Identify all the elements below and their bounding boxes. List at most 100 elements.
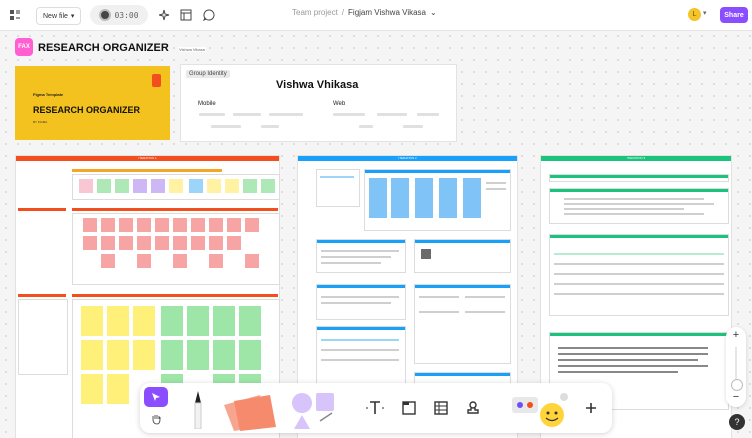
zoom-control: + − [726, 327, 746, 407]
sticky-note[interactable] [155, 236, 169, 250]
sticky-note[interactable] [81, 340, 103, 370]
sticky-note[interactable] [245, 254, 259, 268]
sticky-note[interactable] [101, 254, 115, 268]
sticky-note[interactable] [209, 254, 223, 268]
hand-tool-icon[interactable] [144, 409, 168, 429]
sticky-note[interactable] [137, 236, 151, 250]
sticky-note[interactable] [133, 179, 147, 193]
sticky-note[interactable] [119, 236, 133, 250]
sticky-note[interactable] [115, 179, 129, 193]
top-bar: New file ▾ 03:00 Team project / Figjam V… [0, 0, 752, 31]
stickers-emoji-icon[interactable] [506, 389, 572, 429]
sticky-note[interactable] [107, 306, 129, 336]
sticky-note-tool-icon[interactable] [220, 391, 284, 431]
sticky-note[interactable] [209, 236, 223, 250]
share-button[interactable]: Share [720, 7, 748, 23]
sticky-note[interactable] [391, 178, 409, 218]
sticky-note[interactable] [137, 254, 151, 268]
section-header [415, 373, 510, 376]
main-menu-icon[interactable] [6, 6, 24, 24]
sticky-note[interactable] [169, 179, 183, 193]
zoom-out-button[interactable]: − [726, 391, 746, 403]
logo-icon: FAX [15, 38, 33, 56]
chevron-down-icon[interactable]: ⌄ [430, 8, 437, 17]
cover-title: RESEARCH ORGANIZER [33, 105, 141, 115]
sticky-note[interactable] [83, 218, 97, 232]
sticky-note[interactable] [107, 374, 129, 404]
text-line [465, 311, 505, 313]
sticky-note[interactable] [189, 179, 203, 193]
sticky-note[interactable] [261, 179, 275, 193]
sticky-note[interactable] [439, 178, 457, 218]
sticky-note[interactable] [191, 236, 205, 250]
sticky-note[interactable] [101, 218, 115, 232]
sticky-note[interactable] [227, 236, 241, 250]
sticky-note[interactable] [161, 306, 183, 336]
sticky-note[interactable] [155, 218, 169, 232]
sticky-note[interactable] [173, 236, 187, 250]
sticky-note[interactable] [119, 218, 133, 232]
comment-icon[interactable] [200, 6, 218, 24]
shape-tool-icon[interactable] [290, 391, 344, 429]
sticky-note[interactable] [239, 340, 261, 370]
sticky-note[interactable] [213, 340, 235, 370]
sticky-note[interactable] [463, 178, 481, 218]
section-tool-icon[interactable] [398, 399, 420, 417]
sticky-note[interactable] [101, 236, 115, 250]
sticky-note[interactable] [415, 178, 433, 218]
select-tool-icon[interactable] [144, 387, 168, 407]
sticky-note[interactable] [79, 179, 93, 193]
sticky-note[interactable] [239, 306, 261, 336]
placeholder-line [377, 113, 407, 116]
sticky-note[interactable] [161, 340, 183, 370]
text-line [558, 347, 708, 349]
sticky-note[interactable] [187, 340, 209, 370]
timer-button[interactable]: 03:00 [90, 5, 148, 25]
chevron-down-icon[interactable]: ▾ [703, 9, 707, 17]
sticky-note[interactable] [173, 218, 187, 232]
sticky-note[interactable] [191, 218, 205, 232]
marker-tool-icon[interactable] [188, 389, 208, 429]
sticky-note[interactable] [133, 306, 155, 336]
breadcrumb-team[interactable]: Team project [292, 8, 338, 17]
sticky-note[interactable] [81, 374, 103, 404]
sticky-note[interactable] [81, 306, 103, 336]
user-avatar[interactable]: L [688, 8, 701, 21]
table-row [554, 283, 724, 285]
content-card [414, 284, 511, 364]
stamp-tool-icon[interactable] [462, 399, 484, 417]
placeholder-line [417, 113, 439, 116]
sticky-note[interactable] [173, 254, 187, 268]
zoom-slider-handle[interactable] [731, 379, 743, 391]
sticky-note[interactable] [369, 178, 387, 218]
help-button[interactable]: ? [729, 414, 745, 430]
text-line [564, 213, 704, 215]
sticky-note[interactable] [227, 218, 241, 232]
section-header [415, 240, 510, 243]
sticky-note[interactable] [187, 306, 209, 336]
breadcrumb-file-name[interactable]: Figjam Vishwa Vikasa [348, 8, 426, 17]
sticky-note[interactable] [151, 179, 165, 193]
cover-card[interactable]: Figma Template RESEARCH ORGANIZER BY FIG… [15, 66, 170, 140]
table-header [554, 253, 724, 255]
ai-sparkle-icon[interactable] [156, 6, 174, 24]
canvas[interactable]: FAX RESEARCH ORGANIZER Vishwa Vikasa Fig… [0, 30, 752, 438]
plus-icon[interactable] [580, 399, 602, 417]
sticky-note[interactable] [209, 218, 223, 232]
sticky-note[interactable] [207, 179, 221, 193]
layout-icon[interactable] [177, 6, 195, 24]
table-tool-icon[interactable] [430, 399, 452, 417]
new-file-button[interactable]: New file ▾ [36, 7, 82, 25]
sticky-note[interactable] [245, 218, 259, 232]
sticky-note[interactable] [107, 340, 129, 370]
sticky-note[interactable] [133, 340, 155, 370]
sticky-note[interactable] [83, 236, 97, 250]
text-tool-icon[interactable] [364, 399, 386, 417]
zoom-in-button[interactable]: + [726, 329, 746, 341]
section-header [550, 175, 728, 178]
sticky-note[interactable] [137, 218, 151, 232]
sticky-note[interactable] [213, 306, 235, 336]
sticky-note[interactable] [243, 179, 257, 193]
sticky-note[interactable] [97, 179, 111, 193]
sticky-note[interactable] [225, 179, 239, 193]
